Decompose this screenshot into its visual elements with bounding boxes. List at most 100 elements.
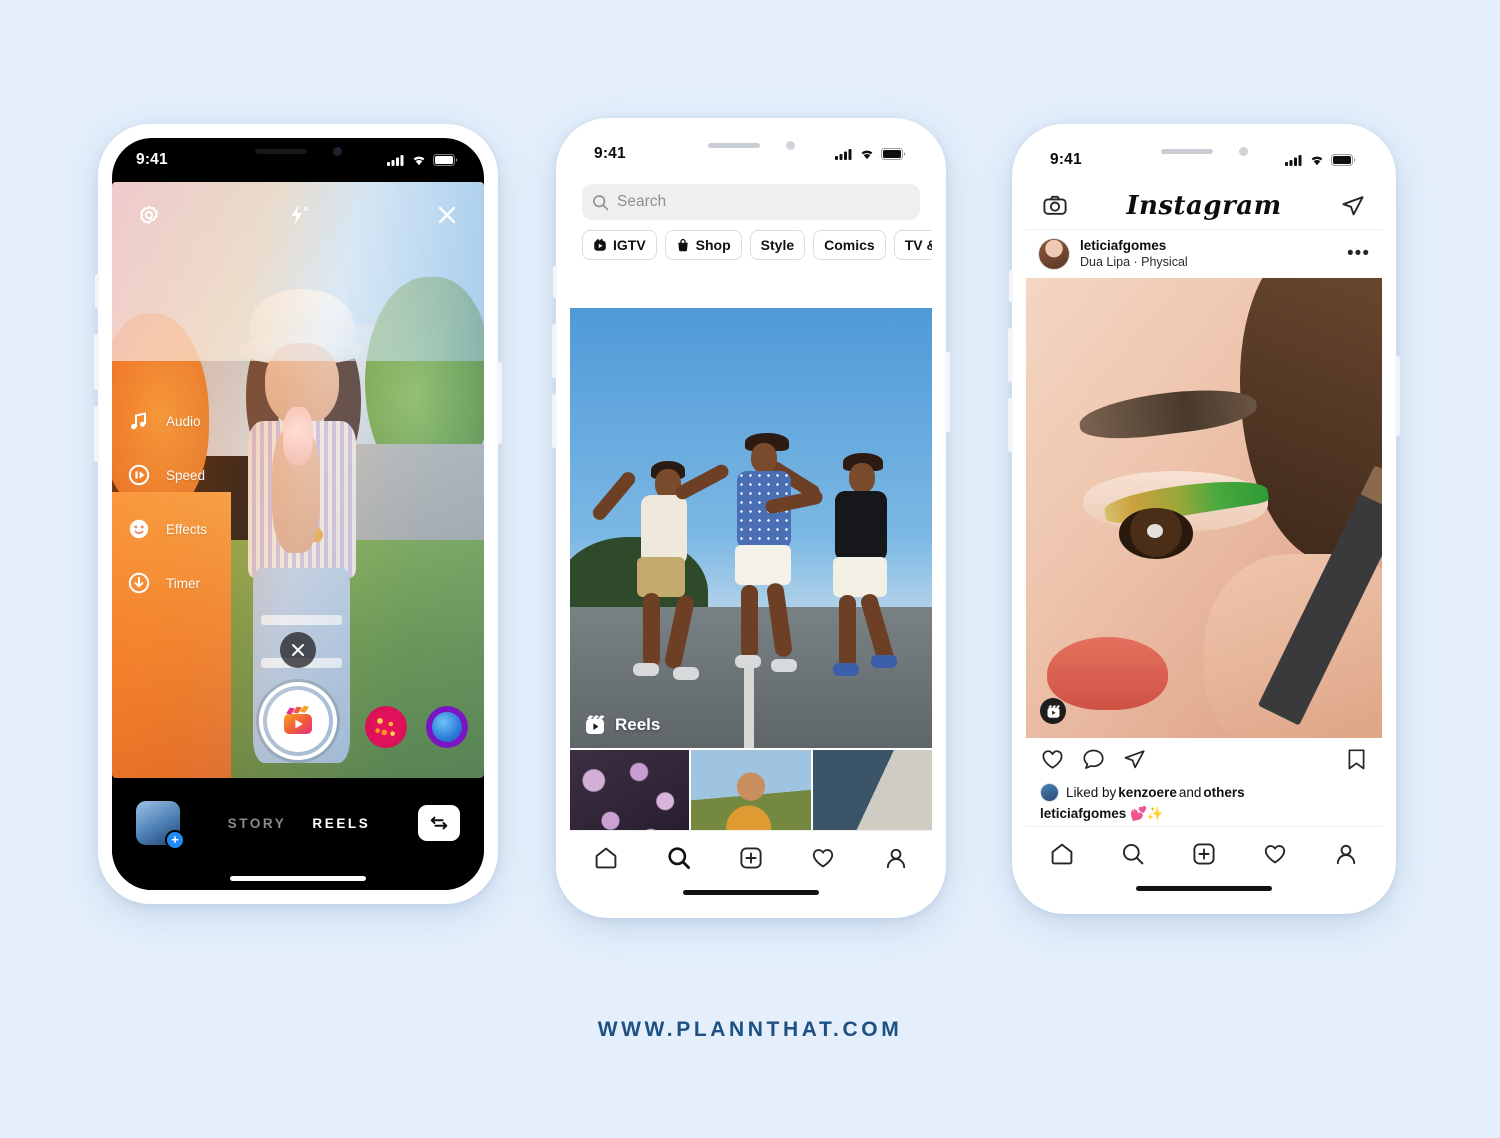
post-author-block: leticiafgomes Dua Lipa · Physical (1080, 238, 1337, 271)
instagram-wordmark: Instagram (1126, 190, 1282, 221)
like-button[interactable] (1040, 747, 1065, 772)
post-username[interactable]: leticiafgomes (1080, 238, 1337, 255)
chip-shop[interactable]: Shop (664, 230, 742, 260)
feed-header: Instagram (1026, 182, 1382, 230)
tab-search[interactable] (1120, 841, 1146, 867)
tab-activity[interactable] (810, 845, 836, 871)
share-paperplane-icon (1342, 195, 1364, 215)
home-indicator (230, 876, 366, 881)
timer-icon (128, 573, 150, 594)
tool-label: Speed (166, 467, 206, 483)
explore-grid (570, 750, 932, 830)
settings-icon[interactable] (132, 198, 166, 232)
chip-label: TV & Movies (904, 237, 932, 253)
home-icon (595, 847, 617, 869)
status-time: 9:41 (594, 145, 626, 162)
tab-home[interactable] (1049, 841, 1075, 867)
tab-search[interactable] (666, 845, 692, 871)
wifi-icon (1311, 156, 1323, 166)
save-button[interactable] (1345, 747, 1368, 772)
battery-icon (433, 154, 458, 166)
cellular-signal-icon (387, 155, 404, 166)
effect-confetti[interactable] (364, 706, 407, 748)
phone-mockup-camera: 9:41 x Audio Speed Effects Timer + STORY… (94, 124, 502, 904)
tool-timer[interactable]: Timer (126, 570, 207, 596)
direct-messages-button[interactable] (1340, 193, 1366, 219)
comment-button[interactable] (1081, 747, 1106, 772)
reels-badge-label: Reels (615, 715, 661, 734)
chip-igtv[interactable]: IGTV (582, 230, 657, 260)
reels-icon (1047, 704, 1060, 718)
gear-glyph (140, 206, 158, 224)
phone-volume-down (1008, 398, 1013, 452)
tab-activity[interactable] (1262, 841, 1288, 867)
footer-url[interactable]: WWW.PLANNTHAT.COM (0, 1018, 1500, 1042)
add-badge-icon: + (165, 830, 185, 850)
grid-tile-skateboard[interactable] (812, 750, 932, 830)
chip-label: Shop (695, 237, 731, 253)
likes-middle: and (1178, 784, 1202, 800)
cellular-signal-icon (835, 149, 852, 160)
save-bookmark-icon (1348, 748, 1365, 769)
tool-audio[interactable]: Audio (126, 408, 207, 434)
featured-reel-tile[interactable]: Reels (570, 308, 932, 748)
mode-tab-story[interactable]: STORY (228, 816, 287, 831)
close-icon[interactable] (430, 198, 464, 232)
home-indicator (683, 890, 819, 895)
chip-style[interactable]: Style (749, 230, 806, 260)
grid-tile-piggyback[interactable] (691, 750, 811, 830)
flip-camera-button[interactable] (418, 805, 460, 841)
add-post-icon (1193, 843, 1215, 865)
search-input[interactable]: Search (582, 184, 920, 220)
post-more-button[interactable]: ••• (1347, 244, 1370, 263)
tab-add-post[interactable] (738, 845, 764, 871)
camera-button[interactable] (1042, 193, 1068, 219)
reels-icon (586, 715, 605, 734)
chip-tv-and-movies[interactable]: TV & Movies (893, 230, 932, 260)
status-time: 9:41 (1050, 151, 1082, 168)
post-music[interactable]: Dua Lipa · Physical (1080, 255, 1337, 271)
search-icon (593, 194, 609, 210)
tab-profile[interactable] (883, 845, 909, 871)
avatar[interactable] (1038, 238, 1070, 270)
clear-effect-button[interactable] (280, 632, 316, 668)
camera-side-tools: Audio Speed Effects Timer (126, 408, 207, 596)
like-icon (1042, 749, 1063, 769)
battery-icon (881, 148, 906, 160)
chip-comics[interactable]: Comics (813, 230, 886, 260)
tab-home[interactable] (593, 845, 619, 871)
record-button[interactable] (259, 682, 337, 760)
tool-speed[interactable]: Speed (126, 462, 207, 488)
phone-power-button (1395, 356, 1400, 436)
phone-mute-switch (1009, 270, 1013, 302)
camera-viewfinder[interactable]: x Audio Speed Effects Timer (112, 182, 484, 778)
likes-username[interactable]: kenzoere (1118, 785, 1177, 800)
caption-text: 💕✨ (1126, 806, 1164, 821)
tool-effects[interactable]: Effects (126, 516, 207, 542)
post-caption: leticiafgomes 💕✨ (1026, 806, 1382, 822)
speed-icon (128, 465, 150, 486)
flip-camera-icon (430, 816, 448, 830)
tab-add-post[interactable] (1191, 841, 1217, 867)
front-camera (332, 146, 342, 156)
mode-tab-reels[interactable]: REELS (312, 816, 370, 831)
phone-notch (222, 138, 374, 164)
gallery-button[interactable]: + (136, 801, 185, 850)
likes-others[interactable]: others (1203, 785, 1244, 800)
grid-tile-flowers[interactable] (570, 750, 690, 830)
category-chip-row[interactable]: IGTV Shop Style Comics TV (570, 220, 932, 270)
search-placeholder: Search (617, 193, 667, 210)
caption-username[interactable]: leticiafgomes (1040, 806, 1126, 821)
flash-off-icon[interactable]: x (281, 198, 315, 232)
phone-volume-up (94, 334, 99, 390)
igtv-icon (594, 238, 606, 251)
phone-power-button (945, 352, 950, 432)
post-image[interactable] (1026, 278, 1382, 738)
phone-notch (1128, 138, 1280, 164)
explore-content: Reels (570, 308, 932, 830)
phone-mockup-feed: 9:41 Instagram leticiafgomes Dua Lipa · … (1008, 124, 1400, 914)
phone-volume-up (1008, 328, 1013, 382)
tab-profile[interactable] (1333, 841, 1359, 867)
tool-label: Effects (166, 521, 208, 537)
share-button[interactable] (1122, 747, 1147, 772)
